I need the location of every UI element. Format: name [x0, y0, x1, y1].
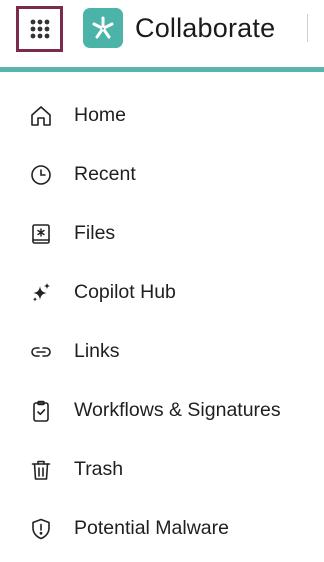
- clipboard-check-icon: [28, 398, 54, 424]
- sidebar-item-label: Workflows & Signatures: [74, 399, 281, 421]
- sparkles-icon: [28, 280, 54, 306]
- file-box-icon: [28, 221, 54, 247]
- sidebar-item-home[interactable]: Home: [0, 86, 324, 145]
- shield-alert-icon: [28, 516, 54, 542]
- sidebar-item-label: Links: [74, 340, 120, 362]
- sidebar-item-label: Potential Malware: [74, 517, 229, 539]
- sidebar-item-trash[interactable]: Trash: [0, 440, 324, 499]
- title-divider: [307, 14, 308, 42]
- trash-icon: [28, 457, 54, 483]
- sidebar-item-potential-malware[interactable]: Potential Malware: [0, 499, 324, 558]
- top-bar: Collaborate: [0, 0, 324, 68]
- sidebar-item-copilot-hub[interactable]: Copilot Hub: [0, 263, 324, 322]
- sidebar-nav: Home Recent Files Copilot Hub Links Work…: [0, 86, 324, 558]
- clock-icon: [28, 162, 54, 188]
- sidebar-item-label: Recent: [74, 163, 136, 185]
- sidebar-item-label: Copilot Hub: [74, 281, 176, 303]
- accent-bar: [0, 67, 324, 72]
- sidebar-item-label: Files: [74, 222, 116, 244]
- sidebar-item-label: Home: [74, 104, 127, 126]
- sidebar-item-links[interactable]: Links: [0, 322, 324, 381]
- link-icon: [28, 339, 54, 365]
- sidebar-item-workflows-signatures[interactable]: Workflows & Signatures: [0, 381, 324, 440]
- grid-9-dots-icon: [30, 19, 49, 39]
- app-logo[interactable]: [83, 8, 123, 48]
- sidebar-item-recent[interactable]: Recent: [0, 145, 324, 204]
- app-title: Collaborate: [135, 13, 276, 43]
- sidebar-item-label: Trash: [74, 458, 124, 480]
- app-launcher-button[interactable]: [16, 6, 63, 52]
- sidebar-item-files[interactable]: Files: [0, 204, 324, 263]
- home-icon: [28, 103, 54, 129]
- asterisk-logo-icon: [92, 16, 114, 39]
